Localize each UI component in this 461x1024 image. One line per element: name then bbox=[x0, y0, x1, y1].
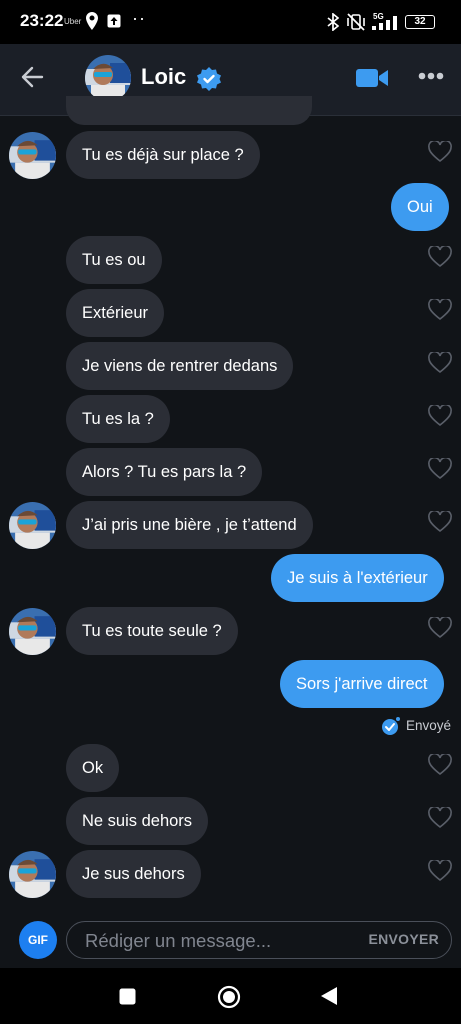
heart-icon[interactable] bbox=[428, 405, 452, 427]
heart-icon[interactable] bbox=[428, 807, 452, 829]
message-received[interactable]: Tu es la ? bbox=[66, 395, 170, 443]
battery-icon: 32 bbox=[405, 15, 435, 29]
bluetooth-icon bbox=[327, 13, 339, 31]
status-time: 23:22 bbox=[20, 11, 64, 30]
message-list[interactable]: Tu es déjà sur place ? Oui Tu es ou Exté… bbox=[0, 96, 461, 916]
message-received[interactable]: Alors ? Tu es pars la ? bbox=[66, 448, 263, 496]
nav-back-icon[interactable] bbox=[320, 986, 338, 1006]
avatar-image bbox=[9, 851, 56, 898]
message-composer: GIF ENVOYER bbox=[0, 916, 461, 968]
message-received[interactable]: Ne suis dehors bbox=[66, 797, 209, 845]
avatar-image bbox=[9, 608, 56, 655]
avatar-image bbox=[9, 502, 56, 549]
heart-icon[interactable] bbox=[428, 754, 452, 776]
contact-name[interactable]: Loic bbox=[141, 64, 186, 90]
heart-icon[interactable] bbox=[428, 299, 452, 321]
previous-message-bubble bbox=[66, 96, 312, 125]
heart-icon[interactable] bbox=[428, 246, 452, 268]
gif-button[interactable]: GIF bbox=[19, 921, 57, 959]
message-received[interactable]: J’ai pris une bière , je t’attend bbox=[66, 501, 313, 549]
contact-avatar-small[interactable] bbox=[9, 502, 56, 549]
send-button[interactable]: ENVOYER bbox=[368, 931, 439, 947]
avatar-image bbox=[9, 132, 56, 179]
upload-icon bbox=[107, 14, 121, 28]
heart-icon[interactable] bbox=[428, 352, 452, 374]
heart-icon[interactable] bbox=[428, 458, 452, 480]
message-received[interactable]: Tu es ou bbox=[66, 236, 162, 284]
location-icon bbox=[86, 12, 98, 30]
video-call-icon[interactable] bbox=[355, 66, 389, 90]
message-sent[interactable]: Je suis à l'extérieur bbox=[271, 554, 444, 602]
contact-avatar-small[interactable] bbox=[9, 132, 56, 179]
verified-badge-icon bbox=[197, 67, 221, 91]
contact-avatar-small[interactable] bbox=[9, 608, 56, 655]
sent-label: Envoyé bbox=[406, 718, 452, 733]
vibrate-off-icon bbox=[347, 13, 365, 31]
heart-icon[interactable] bbox=[428, 511, 452, 533]
notification-uber: Uber bbox=[64, 17, 82, 26]
battery-level: 32 bbox=[414, 16, 426, 27]
back-arrow-icon[interactable] bbox=[20, 66, 44, 88]
message-received[interactable]: Je viens de rentrer dedans bbox=[66, 342, 294, 390]
heart-icon[interactable] bbox=[428, 860, 452, 882]
message-input-box[interactable]: ENVOYER bbox=[66, 921, 452, 959]
heart-icon[interactable] bbox=[428, 141, 452, 163]
message-sent[interactable]: Oui bbox=[391, 183, 449, 231]
heart-icon[interactable] bbox=[428, 617, 452, 639]
signal-icon bbox=[372, 16, 397, 30]
message-received[interactable]: Extérieur bbox=[66, 289, 165, 337]
nav-home-icon[interactable] bbox=[217, 985, 241, 1009]
message-sent[interactable]: Sors j'arrive direct bbox=[280, 660, 444, 708]
nav-recents-icon[interactable] bbox=[119, 988, 136, 1005]
more-options-icon[interactable] bbox=[418, 72, 444, 80]
message-input[interactable] bbox=[83, 926, 347, 956]
system-nav-bar bbox=[0, 968, 461, 1024]
message-received[interactable]: Ok bbox=[66, 744, 120, 792]
delivery-status: Envoyé bbox=[381, 716, 451, 739]
message-received[interactable]: Tu es déjà sur place ? bbox=[66, 131, 260, 179]
contact-avatar[interactable] bbox=[85, 55, 131, 101]
message-received[interactable]: Je sus dehors bbox=[66, 850, 201, 898]
more-notifications-icon: ·· bbox=[132, 8, 146, 28]
sent-check-icon bbox=[382, 717, 400, 735]
contact-avatar-small[interactable] bbox=[9, 851, 56, 898]
message-received[interactable]: Tu es toute seule ? bbox=[66, 607, 238, 655]
avatar-image bbox=[85, 55, 131, 101]
status-bar: 23:22 Uber ·· 5G 32 bbox=[0, 0, 461, 44]
